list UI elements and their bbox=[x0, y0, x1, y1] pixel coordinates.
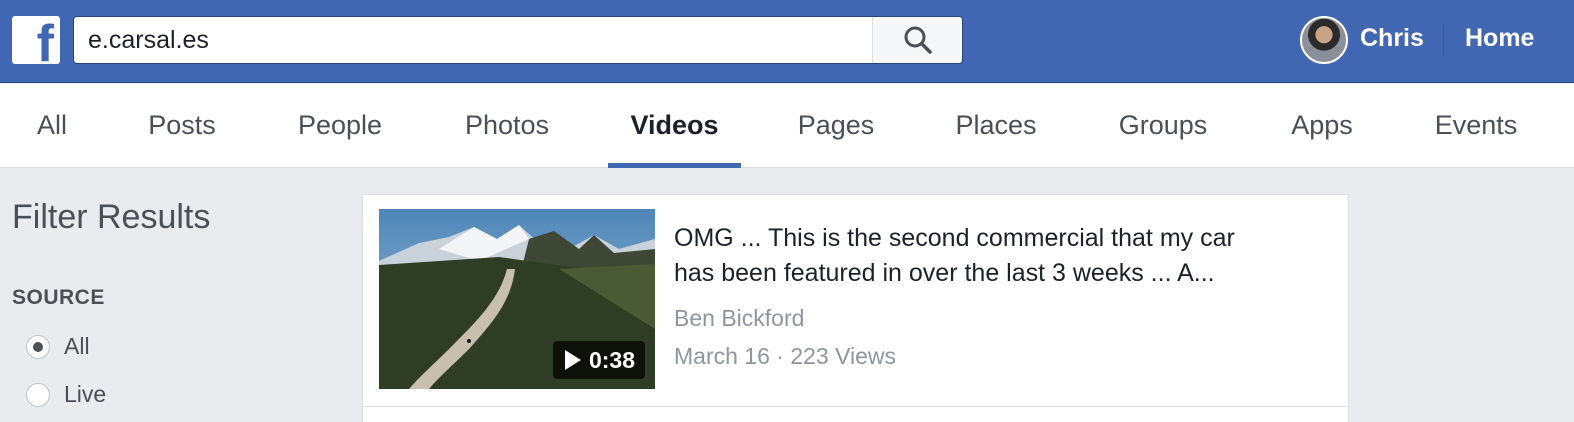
radio-label: All bbox=[64, 333, 90, 359]
tab-places[interactable]: Places bbox=[934, 84, 1058, 167]
duration-text: 0:38 bbox=[588, 346, 635, 373]
video-title-line: has been featured in over the last 3 wee… bbox=[674, 259, 1215, 287]
tab-apps[interactable]: Apps bbox=[1270, 84, 1374, 167]
next-result-card bbox=[362, 406, 1349, 422]
profile-link[interactable]: Chris bbox=[1360, 24, 1424, 53]
radio-button-selected[interactable] bbox=[26, 334, 50, 359]
video-title-line: OMG ... This is the second commercial th… bbox=[674, 224, 1235, 252]
radio-label: Live bbox=[64, 381, 107, 407]
search-tabs: All Posts People Photos Videos Pages Pla… bbox=[0, 84, 1574, 168]
tab-all[interactable]: All bbox=[12, 84, 92, 167]
tab-photos[interactable]: Photos bbox=[442, 84, 572, 167]
video-thumbnail[interactable]: 0:38 bbox=[379, 209, 655, 389]
tab-videos[interactable]: Videos bbox=[608, 84, 741, 168]
tab-pages[interactable]: Pages bbox=[776, 84, 896, 167]
source-option-all[interactable]: All bbox=[26, 333, 90, 360]
search-button[interactable] bbox=[872, 17, 962, 63]
video-meta: March 16 · 223 Views bbox=[674, 343, 897, 369]
filter-results-heading: Filter Results bbox=[12, 198, 211, 236]
tab-events[interactable]: Events bbox=[1414, 84, 1538, 167]
avatar[interactable] bbox=[1300, 16, 1348, 64]
tab-people[interactable]: People bbox=[276, 84, 404, 167]
radio-button[interactable] bbox=[26, 382, 50, 407]
search-box bbox=[73, 16, 963, 64]
video-duration-badge: 0:38 bbox=[552, 341, 645, 379]
search-icon bbox=[904, 26, 932, 54]
source-option-live[interactable]: Live bbox=[26, 381, 106, 408]
search-input[interactable] bbox=[74, 17, 872, 63]
top-navigation-bar: f Chris Home bbox=[0, 0, 1574, 83]
video-author-link[interactable]: Ben Bickford bbox=[674, 305, 804, 332]
video-result-card: 0:38 OMG ... This is the second commerci… bbox=[362, 194, 1349, 407]
tab-groups[interactable]: Groups bbox=[1096, 84, 1230, 167]
video-title-link[interactable]: OMG ... This is the second commercial th… bbox=[674, 221, 1324, 291]
play-icon bbox=[564, 350, 581, 370]
facebook-logo-icon[interactable]: f bbox=[12, 16, 60, 64]
home-link[interactable]: Home bbox=[1465, 24, 1534, 53]
tab-posts[interactable]: Posts bbox=[126, 84, 238, 167]
divider bbox=[1443, 24, 1444, 56]
source-heading: SOURCE bbox=[12, 286, 105, 309]
